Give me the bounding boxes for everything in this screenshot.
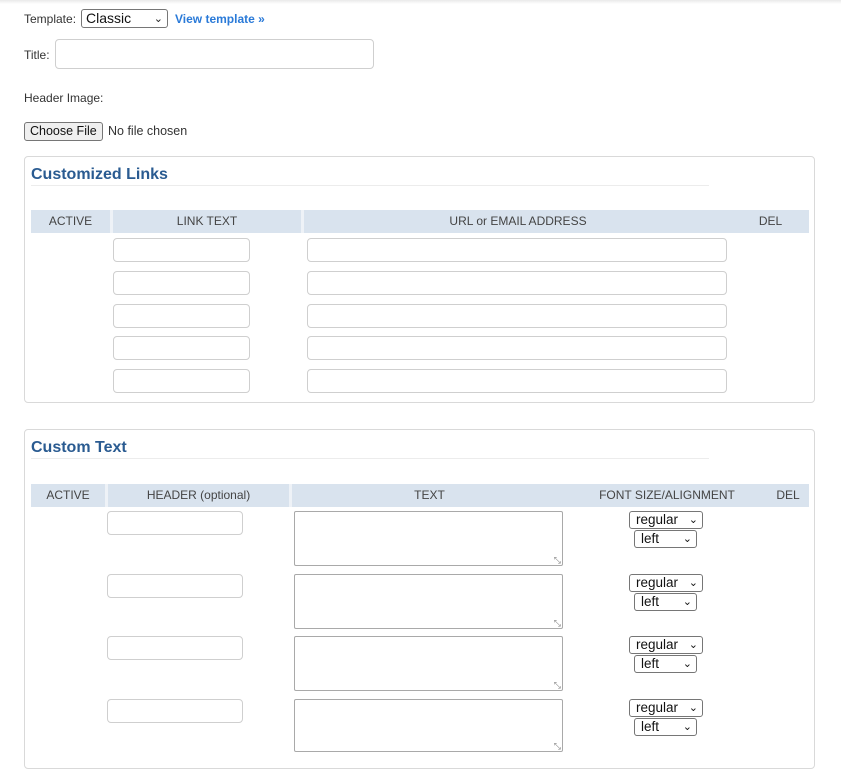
col-del: DEL <box>758 214 783 228</box>
link-url-input[interactable] <box>307 271 727 295</box>
font-size-value: regular <box>636 512 679 527</box>
alignment-value: left <box>641 594 660 609</box>
link-text-input[interactable] <box>113 336 250 360</box>
alignment-select[interactable]: left ⌄ <box>634 593 697 611</box>
col-link-text: LINK TEXT <box>176 214 238 228</box>
link-url-input[interactable] <box>307 238 727 262</box>
chevron-down-icon: ⌄ <box>682 658 692 670</box>
custom-text-title: Custom Text <box>31 439 127 456</box>
title-label: Title: <box>24 48 50 62</box>
alignment-value: left <box>641 531 660 546</box>
col-active: ACTIVE <box>46 488 90 502</box>
link-url-input[interactable] <box>307 369 727 393</box>
col-text: TEXT <box>414 488 445 502</box>
text-table-header: ACTIVE HEADER (optional) TEXT FONT SIZE/… <box>31 484 809 507</box>
resize-grip-icon[interactable]: ⤡ <box>554 742 561 751</box>
chevron-down-icon: ⌄ <box>688 577 698 589</box>
font-size-value: regular <box>636 637 679 652</box>
header-image-label: Header Image: <box>24 91 104 105</box>
section-divider <box>31 185 709 186</box>
alignment-select[interactable]: left ⌄ <box>634 530 697 548</box>
font-size-select[interactable]: regular ⌄ <box>629 574 703 592</box>
font-size-select[interactable]: regular ⌄ <box>629 511 703 529</box>
alignment-select[interactable]: left ⌄ <box>634 655 697 673</box>
col-active: ACTIVE <box>48 214 93 228</box>
text-header-input[interactable] <box>107 636 243 660</box>
text-body-textarea[interactable]: ⤡ <box>294 574 563 629</box>
top-shadow <box>0 0 841 4</box>
col-header: HEADER (optional) <box>146 488 251 502</box>
file-status: No file chosen <box>108 124 188 138</box>
chevron-down-icon: ⌄ <box>688 702 698 714</box>
resize-grip-icon[interactable]: ⤡ <box>554 681 561 690</box>
chevron-down-icon: ⌄ <box>682 533 692 545</box>
col-font-size-alignment: FONT SIZE/ALIGNMENT <box>599 488 735 502</box>
text-header-input[interactable] <box>107 574 243 598</box>
text-header-input[interactable] <box>107 511 243 535</box>
alignment-value: left <box>641 719 660 734</box>
link-text-input[interactable] <box>113 304 250 328</box>
font-size-value: regular <box>636 575 679 590</box>
chevron-down-icon: ⌄ <box>682 721 692 733</box>
section-divider <box>31 458 709 459</box>
links-table-header: ACTIVE LINK TEXT URL or EMAIL ADDRESS DE… <box>31 210 809 233</box>
alignment-value: left <box>641 656 660 671</box>
chevron-down-icon: ⌄ <box>153 13 163 25</box>
text-body-textarea[interactable]: ⤡ <box>294 699 563 752</box>
col-del: DEL <box>776 488 800 502</box>
alignment-select[interactable]: left ⌄ <box>634 718 697 736</box>
customized-links-title: Customized Links <box>31 166 168 183</box>
choose-file-button[interactable]: Choose File <box>24 122 103 141</box>
chevron-down-icon: ⌄ <box>688 639 698 651</box>
template-select[interactable]: Classic ⌄ <box>81 9 168 28</box>
text-header-input[interactable] <box>107 699 243 723</box>
view-template-link[interactable]: View template » <box>175 12 265 26</box>
chevron-down-icon: ⌄ <box>688 514 698 526</box>
font-size-select[interactable]: regular ⌄ <box>629 699 703 717</box>
link-text-input[interactable] <box>113 369 250 393</box>
link-url-input[interactable] <box>307 304 727 328</box>
resize-grip-icon[interactable]: ⤡ <box>554 619 561 628</box>
link-text-input[interactable] <box>113 238 250 262</box>
link-url-input[interactable] <box>307 336 727 360</box>
font-size-value: regular <box>636 700 679 715</box>
chevron-down-icon: ⌄ <box>682 596 692 608</box>
text-body-textarea[interactable]: ⤡ <box>294 511 563 566</box>
template-label: Template: <box>24 12 77 26</box>
link-text-input[interactable] <box>113 271 250 295</box>
text-body-textarea[interactable]: ⤡ <box>294 636 563 691</box>
font-size-select[interactable]: regular ⌄ <box>629 636 703 654</box>
col-url: URL or EMAIL ADDRESS <box>449 214 587 228</box>
resize-grip-icon[interactable]: ⤡ <box>554 556 561 565</box>
title-input[interactable] <box>55 39 374 69</box>
template-select-value: Classic <box>86 10 132 26</box>
